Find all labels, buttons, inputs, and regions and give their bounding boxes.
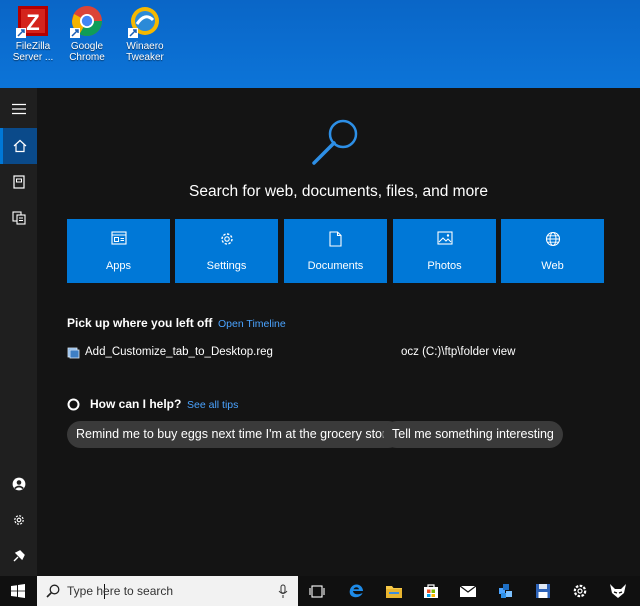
category-label: Settings xyxy=(206,260,247,272)
collection-icon xyxy=(11,211,26,225)
desktop-icon-chrome[interactable]: Google Chrome xyxy=(60,4,114,63)
store-icon xyxy=(424,584,438,598)
filezilla-icon: Z xyxy=(16,4,50,38)
desktop-background: Z FileZilla Server ... Google Chrome Win… xyxy=(0,0,640,88)
category-documents-button[interactable]: Documents xyxy=(284,219,387,283)
open-timeline-link[interactable]: Open Timeline xyxy=(218,318,286,330)
edge-icon xyxy=(349,584,363,598)
store-button[interactable] xyxy=(413,576,449,606)
home-icon xyxy=(13,139,27,153)
collection-button[interactable] xyxy=(0,200,37,236)
hamburger-menu-button[interactable] xyxy=(0,91,37,127)
desktop-icon-filezilla[interactable]: Z FileZilla Server ... xyxy=(6,4,60,63)
save-app-button[interactable] xyxy=(525,576,561,606)
gear-icon xyxy=(220,233,233,245)
see-all-tips-link[interactable]: See all tips xyxy=(187,399,238,411)
fox-icon xyxy=(610,584,626,598)
category-settings-button[interactable]: Settings xyxy=(175,219,278,283)
account-button[interactable] xyxy=(0,466,37,502)
start-button[interactable] xyxy=(0,576,36,606)
document-icon xyxy=(329,231,342,247)
registry-file-icon xyxy=(67,347,80,359)
category-label: Web xyxy=(541,260,564,272)
desktop-icon-label: Winaero xyxy=(126,41,164,52)
settings-taskbar-button[interactable] xyxy=(562,576,598,606)
category-web-button[interactable]: Web xyxy=(501,219,604,283)
search-hero-icon xyxy=(311,116,361,171)
microphone-icon[interactable] xyxy=(278,584,288,599)
suggestion-chip[interactable]: Remind me to buy eggs next time I'm at t… xyxy=(67,421,403,448)
gear-icon xyxy=(573,584,587,598)
registry-editor-button[interactable] xyxy=(488,576,524,606)
mail-button[interactable] xyxy=(450,576,486,606)
desktop-icon-winaero-tweaker[interactable]: Winaero Tweaker xyxy=(118,4,172,63)
desktop-icon-label: Tweaker xyxy=(126,52,164,63)
category-label: Photos xyxy=(427,260,462,272)
apps-icon xyxy=(110,231,127,245)
suggestion-chip[interactable]: Tell me something interesting xyxy=(383,421,563,448)
search-icon xyxy=(46,584,60,598)
desktop-icon-label: FileZilla xyxy=(15,41,51,52)
notebook-button[interactable] xyxy=(0,164,37,200)
gear-icon xyxy=(13,515,24,525)
feedback-icon xyxy=(13,550,25,562)
timeline-item-name: Add_Customize_tab_to_Desktop.reg xyxy=(85,346,273,358)
timeline-title: Pick up where you left off xyxy=(67,316,213,330)
registry-icon xyxy=(499,584,512,598)
cortana-circle-icon xyxy=(67,398,80,411)
taskbar-search-placeholder: Type here to search xyxy=(67,584,174,598)
mail-icon xyxy=(459,585,477,597)
desktop-icon-label: Server ... xyxy=(12,52,54,63)
task-view-button[interactable] xyxy=(299,576,335,606)
help-title: How can I help? xyxy=(90,397,182,411)
left-rail xyxy=(0,88,37,576)
category-label: Apps xyxy=(105,260,132,272)
fox-app-button[interactable] xyxy=(600,576,636,606)
svg-text:Z: Z xyxy=(26,10,39,35)
notebook-icon xyxy=(12,175,25,189)
search-heading: Search for web, documents, files, and mo… xyxy=(189,183,488,200)
settings-button[interactable] xyxy=(0,502,37,538)
timeline-item[interactable]: Add_Customize_tab_to_Desktop.reg ocz (C:… xyxy=(67,344,607,364)
desktop-icon-label: Google xyxy=(70,41,104,52)
globe-icon xyxy=(545,231,560,247)
file-explorer-button[interactable] xyxy=(376,576,412,606)
task-view-icon xyxy=(309,584,325,598)
taskbar-search-box[interactable]: Type here to search xyxy=(37,576,298,606)
folder-icon xyxy=(386,585,402,598)
winaero-tweaker-icon xyxy=(128,4,162,38)
chrome-icon xyxy=(70,4,104,38)
feedback-button[interactable] xyxy=(0,538,37,574)
category-photos-button[interactable]: Photos xyxy=(393,219,496,283)
floppy-disk-icon xyxy=(536,584,550,598)
timeline-item-location: ocz (C:)\ftp\folder view xyxy=(401,346,516,358)
category-label: Documents xyxy=(307,260,364,272)
hamburger-icon xyxy=(11,103,26,115)
desktop-icon-label: Chrome xyxy=(69,52,105,63)
edge-button[interactable] xyxy=(338,576,374,606)
photo-icon xyxy=(436,231,453,245)
home-button[interactable] xyxy=(0,128,37,164)
user-icon xyxy=(12,477,25,491)
category-apps-button[interactable]: Apps xyxy=(67,219,170,283)
windows-logo-icon xyxy=(11,584,25,598)
